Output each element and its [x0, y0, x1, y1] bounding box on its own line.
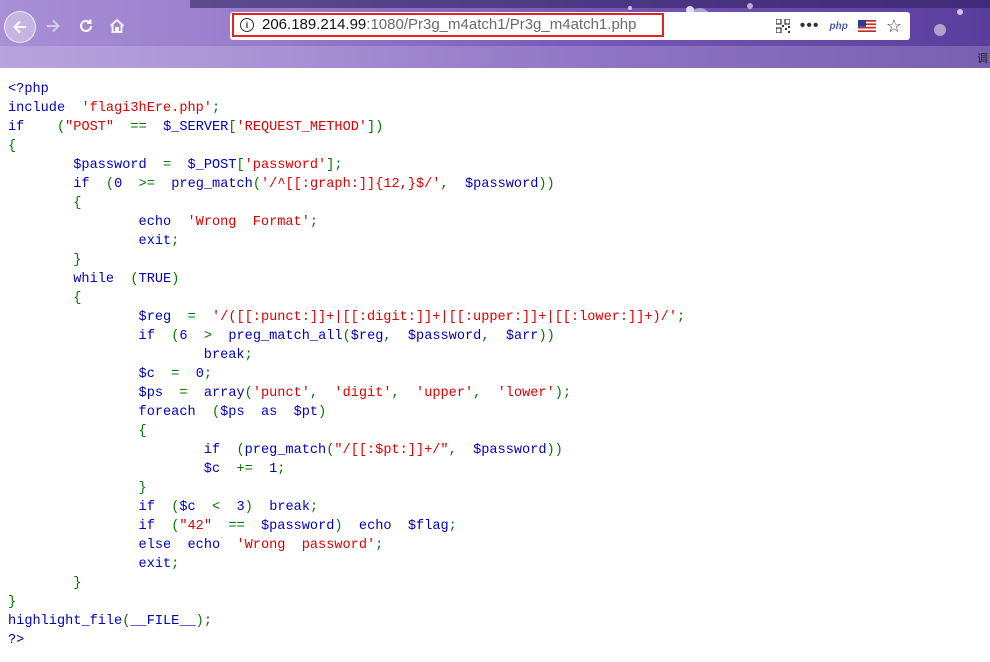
forward-button[interactable] — [38, 11, 68, 41]
url-path: :1080/Pr3g_m4atch1/Pr3g_m4atch1.php — [366, 16, 637, 33]
code-line: } — [73, 576, 82, 591]
url-host: 206.189.214.99 — [262, 16, 367, 33]
bookmarks-strip — [0, 46, 990, 68]
code-line: { — [73, 291, 82, 306]
code-line: include 'flagi3hEre.php'; — [8, 101, 221, 116]
browser-toolbar: i 206.189.214.99:1080/Pr3g_m4atch1/Pr3g_… — [0, 0, 990, 68]
code-line: } — [138, 481, 147, 496]
url-text[interactable]: 206.189.214.99:1080/Pr3g_m4atch1/Pr3g_m4… — [262, 16, 636, 33]
code-line: $c = 0; — [138, 367, 213, 382]
php-extension-icon[interactable]: php — [830, 21, 848, 32]
code-line: highlight_file(__FILE__); — [8, 614, 212, 629]
code-line: foreach ($ps as $pt) — [138, 405, 327, 420]
code-line: exit; — [138, 557, 180, 572]
code-line: if ("42" == $password) echo $flag; — [138, 519, 457, 534]
code-line: ?> — [8, 633, 25, 648]
home-icon — [109, 18, 125, 33]
side-label: 调 — [977, 53, 988, 65]
home-button[interactable] — [102, 11, 132, 41]
code-line: $ps = array('punct', 'digit', 'upper', '… — [138, 386, 572, 401]
php-source-code: <?php include 'flagi3hEre.php'; if ("POS… — [0, 68, 990, 650]
code-line: if ($c < 3) break; — [138, 500, 319, 515]
code-line: { — [138, 424, 147, 439]
code-line: if (0 >= preg_match('/^[[:graph:]]{12,}$… — [73, 177, 555, 192]
code-line: <?php — [8, 82, 49, 97]
code-line: break; — [203, 348, 253, 363]
qr-code-icon[interactable] — [775, 19, 790, 33]
code-line: else echo 'Wrong password'; — [138, 538, 384, 553]
arrow-left-icon — [13, 20, 26, 34]
code-line: } — [73, 253, 82, 268]
code-line: $reg = '/([[:punct:]]+|[[:digit:]]+|[[:u… — [138, 310, 686, 325]
code-line: } — [8, 595, 17, 610]
bookmark-star-icon[interactable]: ☆ — [886, 16, 902, 37]
back-button[interactable] — [4, 11, 36, 43]
reload-button[interactable] — [71, 11, 101, 41]
code-line: while (TRUE) — [73, 272, 180, 287]
code-line: $c += 1; — [203, 462, 286, 477]
code-line: $password = $_POST['password']; — [73, 158, 343, 173]
address-bar[interactable]: i 206.189.214.99:1080/Pr3g_m4atch1/Pr3g_… — [230, 12, 910, 40]
code-line: exit; — [138, 234, 180, 249]
code-line: { — [73, 196, 82, 211]
arrow-right-icon — [47, 19, 60, 33]
code-line: if (6 > preg_match_all($reg, $password, … — [138, 329, 555, 344]
code-line: if ("POST" == $_SERVER['REQUEST_METHOD']… — [8, 120, 384, 135]
site-info-icon[interactable]: i — [240, 18, 254, 32]
page-actions-icon[interactable]: ••• — [800, 17, 820, 35]
us-flag-icon[interactable] — [857, 20, 876, 32]
code-line: { — [8, 139, 17, 154]
code-line: echo 'Wrong Format'; — [138, 215, 319, 230]
reload-icon — [80, 19, 92, 32]
code-line: if (preg_match("/[[:$pt:]]+/", $password… — [203, 443, 563, 458]
url-actions: ••• php ☆ — [775, 15, 902, 37]
